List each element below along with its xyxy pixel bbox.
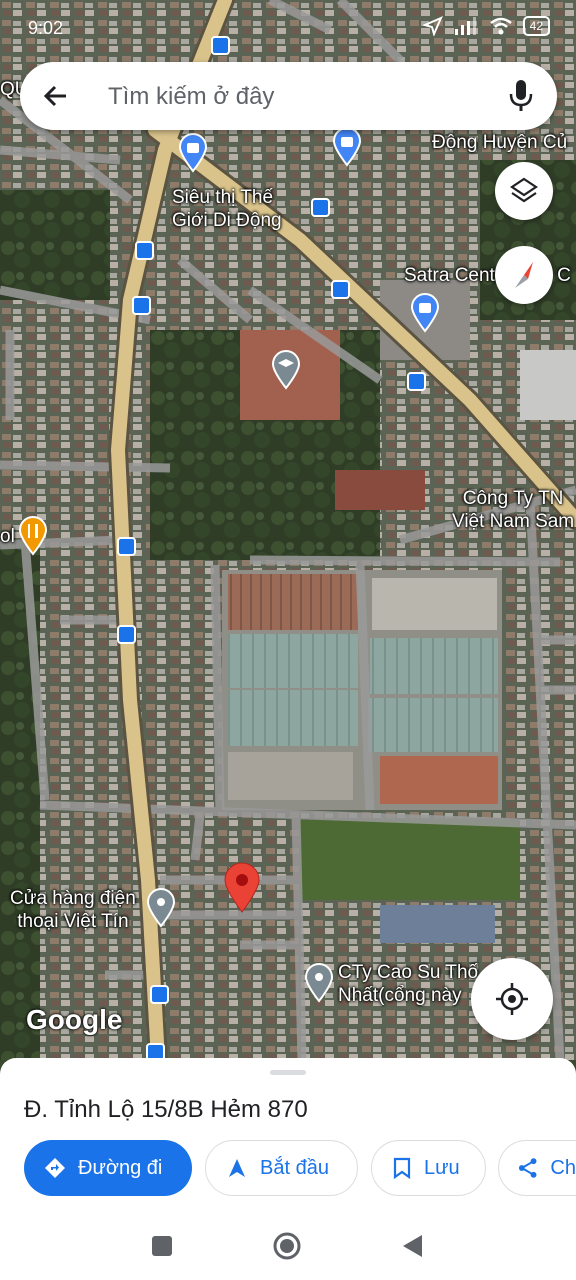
drag-handle[interactable] [270,1070,306,1075]
satellite-map[interactable]: QU Siêu thị Thế Giới Di Động Lao Động Hu… [0,0,576,1060]
battery-level: 42 [522,16,550,36]
directions-icon [45,1158,65,1178]
layers-icon [510,177,538,203]
home-icon[interactable] [272,1231,302,1261]
back-nav-icon[interactable] [401,1233,425,1259]
navigation-arrow-icon [229,1159,245,1177]
bookmark-icon [393,1157,411,1179]
share-button[interactable]: Ch [498,1140,576,1196]
search-bar[interactable]: Tìm kiếm ở đây [20,62,557,130]
mic-icon[interactable] [507,78,535,114]
start-button[interactable]: Bắt đầu [205,1140,358,1196]
map-label-cty-cao-su[interactable]: CTy Cao Su Thố Nhất(cổng này [338,961,478,1007]
place-bottom-sheet[interactable]: Đ. Tỉnh Lộ 15/8B Hẻm 870 Đường đi Bắt đầ… [0,1058,576,1198]
status-time: 9:02 [28,18,64,38]
restaurant-pin-icon[interactable] [18,516,48,556]
place-pin-icon[interactable] [304,963,334,1003]
compass-icon [515,262,533,288]
start-label: Bắt đầu [260,1156,329,1179]
signal-icon [454,17,476,35]
back-arrow-icon[interactable] [40,80,72,112]
place-title: Đ. Tỉnh Lộ 15/8B Hẻm 870 [24,1096,308,1123]
shopping-pin-icon[interactable] [410,293,440,333]
selected-location-pin-icon[interactable] [222,862,262,914]
share-icon [518,1158,537,1178]
wifi-icon [489,17,512,35]
map-label-ol: ol [0,526,15,547]
share-label: Ch [550,1156,576,1179]
my-location-button[interactable] [471,958,553,1040]
recents-icon[interactable] [151,1235,173,1257]
location-icon [422,16,443,36]
school-pin-icon[interactable] [271,350,301,390]
save-label: Lưu [424,1156,460,1179]
save-button[interactable]: Lưu [371,1140,486,1196]
layers-button[interactable] [495,162,553,220]
system-nav-bar [0,1198,576,1280]
map-label-sieu-thi[interactable]: Siêu thị Thế Giới Di Động [172,186,282,232]
status-bar: 9:02 42 [0,0,576,58]
shopping-pin-icon[interactable] [178,133,208,173]
directions-label: Đường đi [78,1156,163,1179]
google-logo: Google [26,1004,123,1035]
my-location-icon [496,983,528,1015]
place-pin-icon[interactable] [146,888,176,928]
directions-button[interactable]: Đường đi [24,1140,192,1196]
shopping-pin-icon[interactable] [332,127,362,167]
map-label-cong-ty[interactable]: Công Ty TN Việt Nam Sam [452,487,574,533]
compass-button[interactable] [495,246,553,304]
search-input[interactable]: Tìm kiếm ở đây [108,83,274,111]
map-label-cua-hang[interactable]: Cửa hàng điện thoại Việt Tín [10,887,136,933]
